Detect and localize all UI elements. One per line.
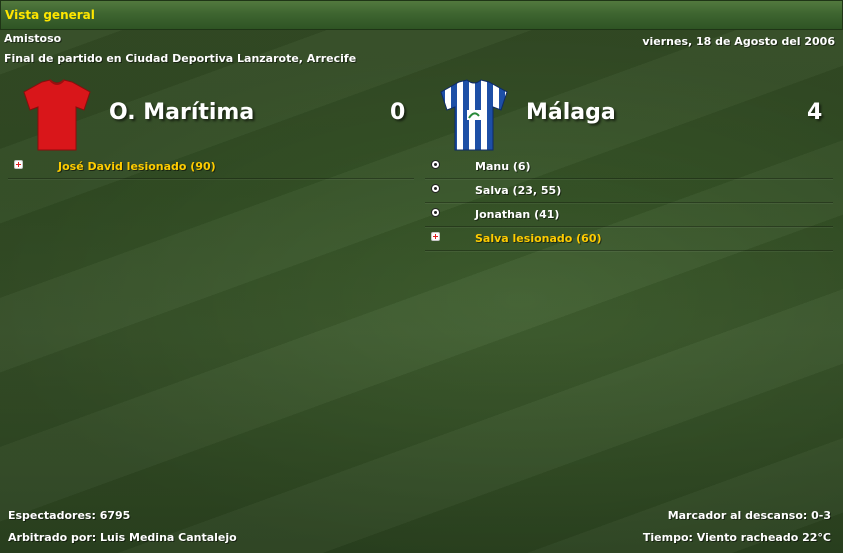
list-item: José David lesionado (90) bbox=[8, 155, 414, 179]
injury-icon bbox=[431, 232, 440, 241]
attendance: Espectadores: 6795 bbox=[8, 509, 131, 522]
away-score: 4 bbox=[807, 100, 823, 125]
list-item: Salva lesionado (60) bbox=[425, 227, 833, 251]
blue-white-striped-shirt-icon bbox=[440, 79, 508, 151]
referee: Arbitrado por: Luis Medina Cantalejo bbox=[8, 531, 237, 544]
injury-icon bbox=[14, 160, 23, 169]
window-title: Vista general bbox=[5, 8, 95, 22]
list-item: Jonathan (41) bbox=[425, 203, 833, 227]
event-text: Salva (23, 55) bbox=[475, 184, 562, 197]
away-team-name[interactable]: Málaga bbox=[526, 100, 616, 125]
event-text: Salva lesionado (60) bbox=[475, 232, 602, 245]
event-text: José David lesionado (90) bbox=[58, 160, 216, 173]
away-events: Manu (6) Salva (23, 55) Jonathan (41) Sa… bbox=[425, 155, 833, 251]
venue-line: Final de partido en Ciudad Deportiva Lan… bbox=[4, 52, 357, 65]
ball-icon bbox=[431, 160, 440, 169]
event-text: Jonathan (41) bbox=[475, 208, 560, 221]
competition-label: Amistoso bbox=[4, 32, 62, 45]
match-date: viernes, 18 de Agosto del 2006 bbox=[642, 35, 835, 48]
halftime-score: Marcador al descanso: 0-3 bbox=[667, 509, 831, 522]
red-shirt-icon bbox=[23, 79, 91, 151]
home-events: José David lesionado (90) bbox=[8, 155, 414, 179]
list-item: Salva (23, 55) bbox=[425, 179, 833, 203]
ball-icon bbox=[431, 184, 440, 193]
list-item: Manu (6) bbox=[425, 155, 833, 179]
ball-icon bbox=[431, 208, 440, 217]
title-bar: Vista general bbox=[0, 0, 843, 30]
home-team-name[interactable]: O. Marítima bbox=[109, 100, 254, 125]
home-score: 0 bbox=[390, 100, 406, 125]
weather: Tiempo: Viento racheado 22°C bbox=[642, 531, 831, 544]
event-text: Manu (6) bbox=[475, 160, 531, 173]
